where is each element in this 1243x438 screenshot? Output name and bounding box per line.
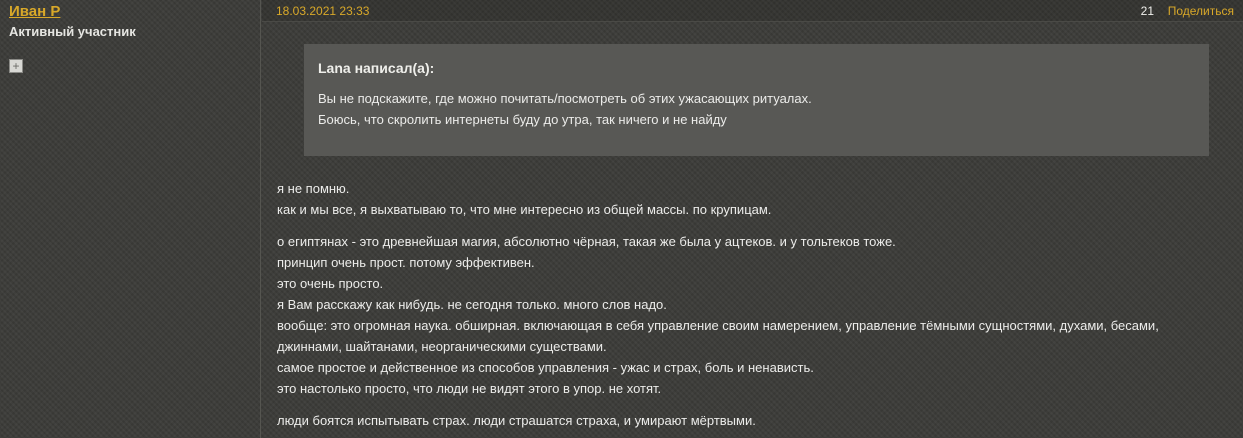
forum-post: Иван Р Активный участник + 18.03.2021 23… (0, 0, 1243, 438)
post-line: я Вам расскажу как нибудь. не сегодня то… (277, 297, 667, 312)
post-line: это очень просто. (277, 276, 384, 291)
post-body: я не помню. как и мы все, я выхватываю т… (277, 178, 1227, 438)
quote-author: Lana написал(а): (318, 60, 435, 76)
post-line: принцип очень прост. потому эффективен. (277, 255, 535, 270)
post-header: 18.03.2021 23:33 21 Поделиться (262, 0, 1243, 22)
post-line: вообще: это огромная наука. обширная. вк… (277, 318, 1159, 333)
post-line: как и мы все, я выхватываю то, что мне и… (277, 202, 772, 217)
post-paragraph: я не помню. как и мы все, я выхватываю т… (277, 178, 1227, 220)
expand-user-info-button[interactable]: + (9, 59, 23, 73)
post-paragraph: люди боятся испытывать страх. люди страш… (277, 410, 1227, 431)
share-link[interactable]: Поделиться (1168, 4, 1234, 18)
post-date: 18.03.2021 23:33 (276, 4, 370, 18)
post-line: о египтянах - это древнейшая магия, абсо… (277, 234, 896, 249)
post-line: это настолько просто, что люди не видят … (277, 381, 662, 396)
quote-block: Lana написал(а): Вы не подскажите, где м… (304, 44, 1209, 156)
post-line: самое простое и действенное из способов … (277, 360, 814, 375)
post-number: 21 (1140, 4, 1154, 18)
username-link[interactable]: Иван Р (9, 3, 60, 20)
post-line: люди боятся испытывать страх. люди страш… (277, 413, 756, 428)
user-info-panel: Иван Р Активный участник + (0, 0, 261, 438)
quote-line: Боюсь, что скролить интернеты буду до ут… (318, 112, 727, 127)
post-line: джиннами, шайтанами, неорганическими сущ… (277, 339, 607, 354)
post-line: я не помню. (277, 181, 350, 196)
post-paragraph: о египтянах - это древнейшая магия, абсо… (277, 231, 1227, 399)
quote-line: Вы не подскажите, где можно почитать/пос… (318, 91, 812, 106)
user-rank: Активный участник (9, 24, 136, 39)
